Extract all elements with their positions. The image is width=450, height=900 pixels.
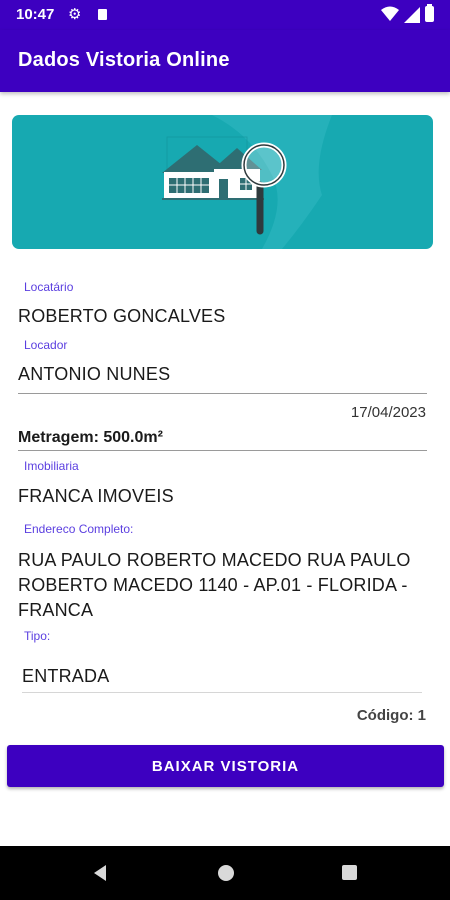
tipo-divider <box>22 692 422 693</box>
metragem-divider <box>18 450 427 451</box>
locador-value: ANTONIO NUNES <box>18 364 171 384</box>
metragem-text: Metragem: 500.0m² <box>18 429 163 446</box>
tipo-value: ENTRADA <box>22 666 110 686</box>
status-bar: 10:47 ⚙ <box>0 0 450 30</box>
imobiliaria-label: Imobiliaria <box>24 459 79 473</box>
codigo-text: Código: 1 <box>356 707 426 724</box>
recents-icon[interactable] <box>341 864 358 881</box>
navigation-bar <box>0 846 450 900</box>
vistoria-date: 17/04/2023 <box>350 404 426 421</box>
locador-divider <box>18 393 427 394</box>
gear-icon: ⚙ <box>68 6 82 23</box>
endereco-label: Endereco Completo: <box>24 522 134 536</box>
signal-icon <box>404 7 420 23</box>
home-icon[interactable] <box>217 864 235 882</box>
imobiliaria-value: FRANCA IMOVEIS <box>18 486 174 506</box>
locatario-label: Locatário <box>24 280 74 294</box>
banner-illustration <box>12 115 433 249</box>
house-magnifier-illustration <box>162 115 332 249</box>
app-bar: Dados Vistoria Online <box>0 30 450 92</box>
back-icon[interactable] <box>92 864 108 882</box>
tipo-label: Tipo: <box>24 629 51 643</box>
wifi-icon <box>381 6 399 21</box>
locatario-value: ROBERTO GONCALVES <box>18 306 226 326</box>
battery-icon <box>425 4 434 22</box>
download-vistoria-button[interactable]: BAIXAR VISTORIA <box>7 745 444 787</box>
endereco-value: RUA PAULO ROBERTO MACEDO RUA PAULO ROBER… <box>18 550 411 620</box>
app-title: Dados Vistoria Online <box>18 49 230 71</box>
locador-label: Locador <box>24 338 68 352</box>
sd-card-icon <box>98 9 107 20</box>
status-time: 10:47 <box>16 6 55 23</box>
